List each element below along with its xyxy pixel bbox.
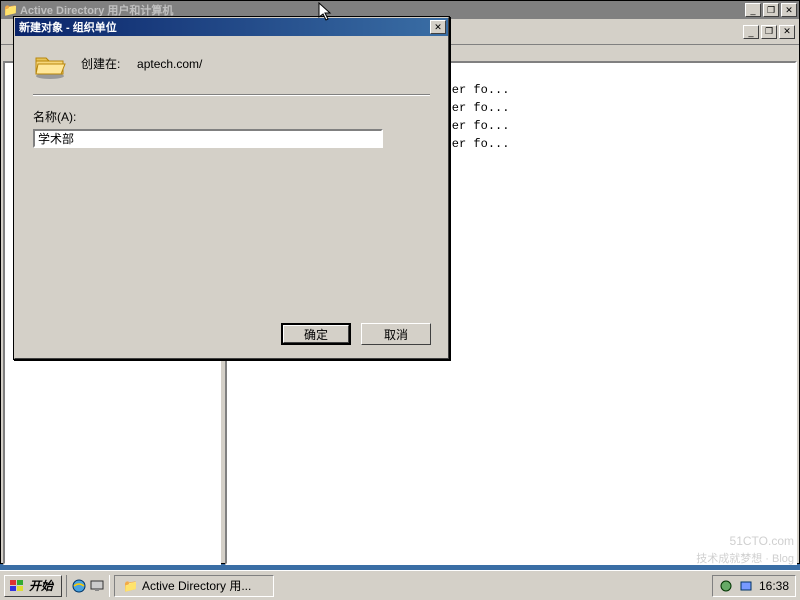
taskbar: 开始 📁 Active Directory 用... 16:38 [0, 570, 800, 600]
name-label: 名称(A): [33, 108, 430, 125]
desktop-icon[interactable] [89, 578, 105, 594]
created-in-value: aptech.com/ [137, 57, 202, 71]
cancel-button[interactable]: 取消 [361, 323, 431, 345]
dialog-header: 创建在: aptech.com/ [33, 50, 430, 76]
ie-icon[interactable] [71, 578, 87, 594]
taskbar-app-label: Active Directory 用... [142, 577, 251, 594]
dialog-titlebar[interactable]: 新建对象 - 组织单位 ✕ [15, 18, 448, 36]
dialog-title: 新建对象 - 组织单位 [17, 19, 430, 35]
tray-icon-2[interactable] [739, 579, 753, 593]
ok-button-label: 确定 [283, 325, 349, 343]
created-in-row: 创建在: aptech.com/ [81, 55, 202, 72]
quick-launch [66, 575, 110, 597]
dialog-close-button[interactable]: ✕ [430, 20, 446, 34]
clock: 16:38 [759, 579, 789, 593]
close-button[interactable]: ✕ [781, 3, 797, 17]
tray-icon-1[interactable] [719, 579, 733, 593]
ok-button[interactable]: 确定 [281, 323, 351, 345]
child-minimize-button[interactable]: _ [743, 25, 759, 39]
new-ou-dialog: 新建对象 - 组织单位 ✕ 创建在: aptech.com/ 名称(A): [13, 16, 450, 360]
folder-icon [33, 50, 65, 76]
app-icon: 📁 [3, 3, 18, 17]
child-maximize-button[interactable]: ❐ [761, 25, 777, 39]
start-button[interactable]: 开始 [4, 575, 62, 597]
minimize-button[interactable]: _ [745, 3, 761, 17]
taskbar-app-icon: 📁 [123, 579, 138, 593]
child-close-button[interactable]: ✕ [779, 25, 795, 39]
windows-logo-icon [9, 579, 25, 593]
system-tray[interactable]: 16:38 [712, 575, 796, 597]
maximize-button[interactable]: ❐ [763, 3, 779, 17]
taskbar-app-button[interactable]: 📁 Active Directory 用... [114, 575, 274, 597]
name-input[interactable] [33, 129, 383, 148]
divider [33, 94, 430, 96]
created-in-label: 创建在: [81, 57, 120, 71]
start-label: 开始 [29, 577, 53, 594]
